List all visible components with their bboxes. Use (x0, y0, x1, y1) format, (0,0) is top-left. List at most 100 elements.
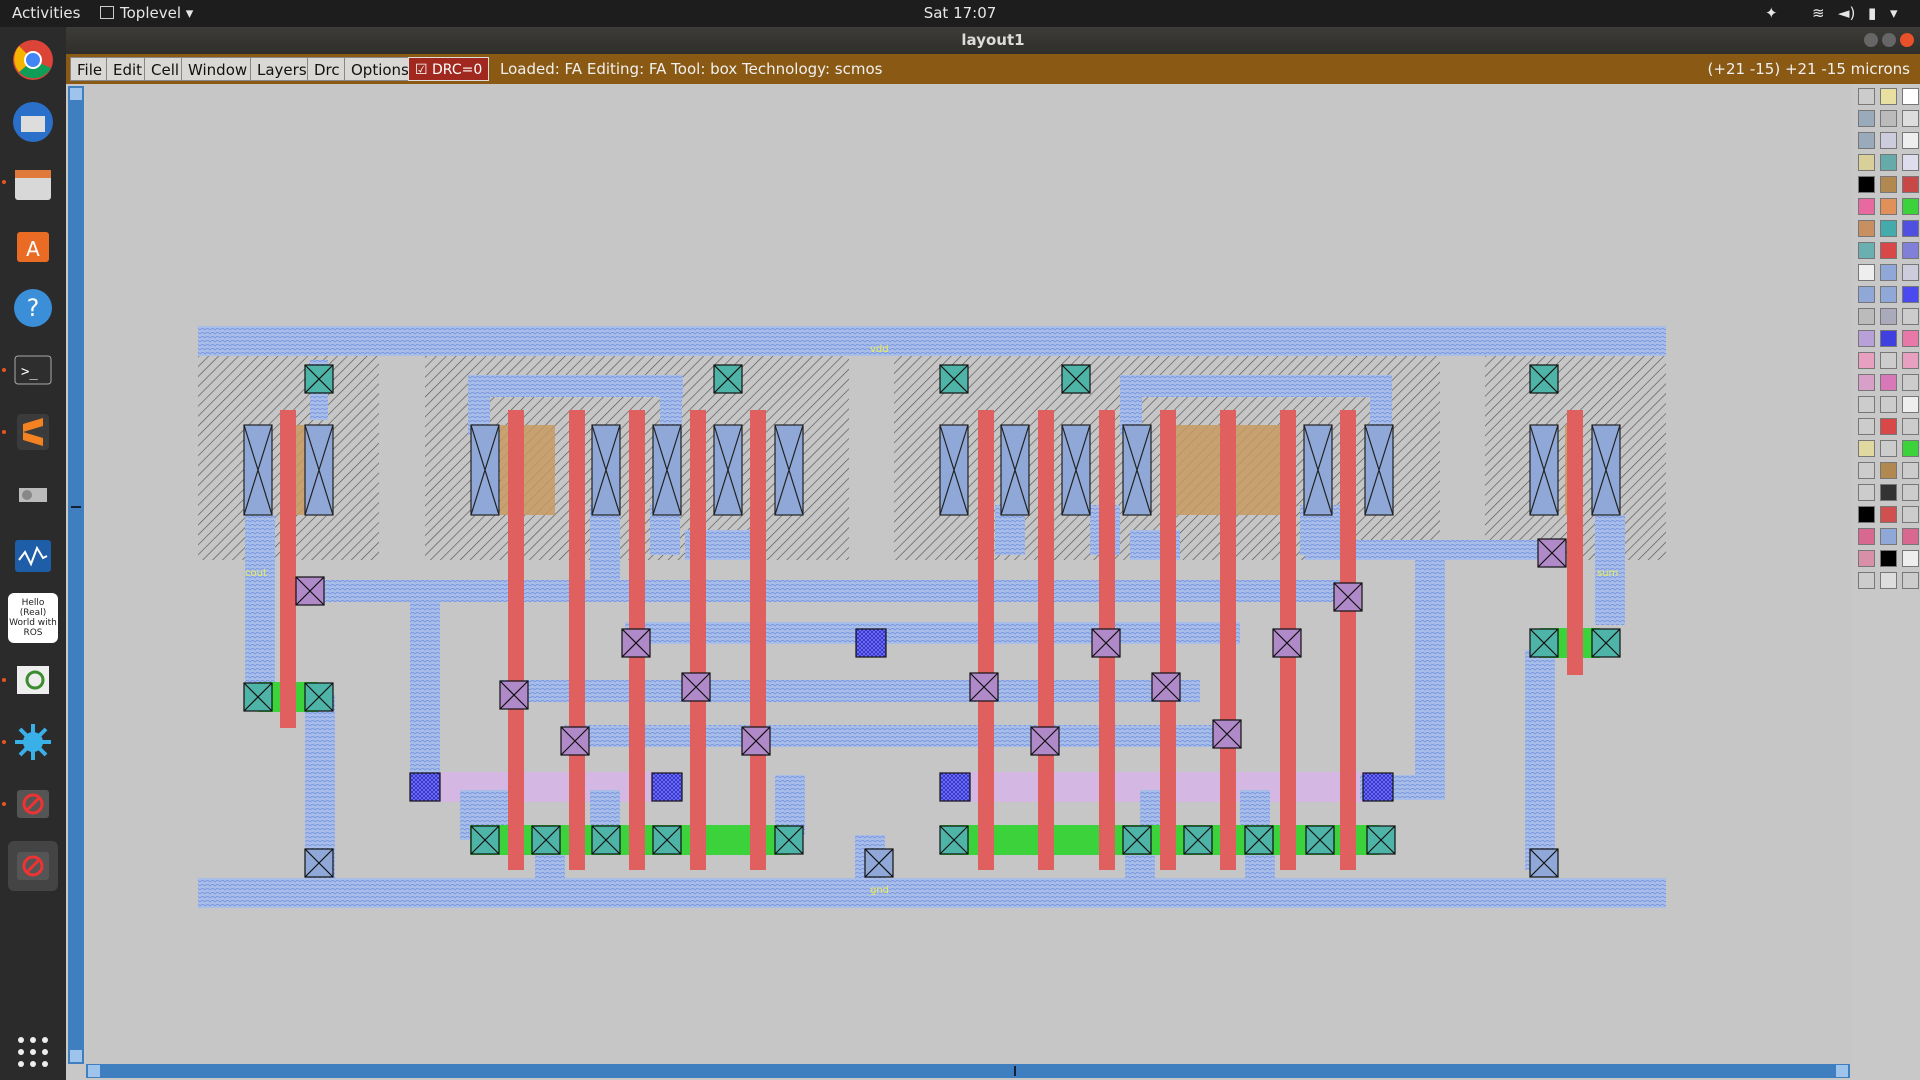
layer-swatch[interactable] (1902, 176, 1919, 193)
layer-swatch[interactable] (1902, 352, 1919, 369)
layer-swatch[interactable] (1902, 154, 1919, 171)
layer-swatch[interactable] (1858, 308, 1875, 325)
help-icon[interactable]: ? (8, 283, 58, 333)
layer-swatch[interactable] (1902, 110, 1919, 127)
blocked-app-icon[interactable] (8, 779, 58, 829)
layer-swatch[interactable] (1880, 352, 1897, 369)
layer-swatch[interactable] (1880, 418, 1897, 435)
menu-cell[interactable]: Cell (144, 57, 187, 81)
layer-swatch[interactable] (1858, 88, 1875, 105)
layer-swatch[interactable] (1858, 484, 1875, 501)
layer-swatch[interactable] (1902, 242, 1919, 259)
dropbox-icon[interactable]: ✦ (1765, 4, 1778, 22)
files-icon[interactable] (8, 159, 58, 209)
layer-swatch[interactable] (1902, 462, 1919, 479)
sublime-icon[interactable] (8, 407, 58, 457)
vertical-scrollbar[interactable] (68, 86, 84, 1064)
menu-layers[interactable]: Layers (250, 57, 314, 81)
layer-swatch[interactable] (1858, 176, 1875, 193)
layer-swatch[interactable] (1902, 220, 1919, 237)
layer-swatch[interactable] (1880, 176, 1897, 193)
layer-swatch[interactable] (1858, 132, 1875, 149)
wifi-icon[interactable]: ≋ (1812, 4, 1825, 22)
battery-icon[interactable]: ▮ (1868, 4, 1876, 22)
menu-file[interactable]: File (70, 57, 110, 81)
layer-swatch[interactable] (1880, 88, 1897, 105)
volume-icon[interactable]: ◄) (1838, 4, 1855, 22)
layer-swatch[interactable] (1880, 572, 1897, 589)
layer-swatch[interactable] (1858, 418, 1875, 435)
scroll-thumb[interactable] (1014, 1066, 1016, 1076)
layer-swatch[interactable] (1858, 330, 1875, 347)
layer-swatch[interactable] (1858, 440, 1875, 457)
layer-swatch[interactable] (1902, 440, 1919, 457)
layer-swatch[interactable] (1858, 528, 1875, 545)
layer-swatch[interactable] (1880, 550, 1897, 567)
terminal-icon[interactable]: >_ (8, 345, 58, 395)
blocked-app-icon[interactable] (8, 841, 58, 891)
close-button[interactable] (1900, 33, 1914, 47)
layer-swatch[interactable] (1880, 462, 1897, 479)
software-center-icon[interactable]: A (8, 221, 58, 271)
layer-swatch[interactable] (1858, 462, 1875, 479)
layer-swatch[interactable] (1858, 572, 1875, 589)
layer-swatch[interactable] (1880, 484, 1897, 501)
layer-swatch[interactable] (1858, 264, 1875, 281)
layer-swatch[interactable] (1902, 484, 1919, 501)
layer-swatch[interactable] (1902, 528, 1919, 545)
layer-swatch[interactable] (1902, 264, 1919, 281)
minimize-button[interactable] (1864, 33, 1878, 47)
horizontal-scrollbar[interactable] (86, 1064, 1850, 1078)
layer-swatch[interactable] (1902, 198, 1919, 215)
ros-book-icon[interactable]: Hello (Real) World with ROS (8, 593, 58, 643)
layer-swatch[interactable] (1902, 308, 1919, 325)
layer-swatch[interactable] (1880, 220, 1897, 237)
scroll-thumb[interactable] (71, 506, 81, 508)
scroll-left-button[interactable] (88, 1065, 100, 1077)
app-menu[interactable]: Toplevel ▾ (100, 4, 193, 22)
layer-swatch[interactable] (1902, 374, 1919, 391)
layer-swatch[interactable] (1902, 550, 1919, 567)
drc-toggle[interactable]: ☑ DRC=0 (408, 57, 490, 81)
layer-swatch[interactable] (1880, 374, 1897, 391)
layer-swatch[interactable] (1880, 110, 1897, 127)
layer-swatch[interactable] (1902, 286, 1919, 303)
layer-swatch[interactable] (1880, 440, 1897, 457)
layer-swatch[interactable] (1858, 110, 1875, 127)
system-menu-chevron-icon[interactable]: ▾ (1890, 4, 1898, 22)
layer-swatch[interactable] (1880, 308, 1897, 325)
clock[interactable]: Sat 17:07 (0, 4, 1920, 22)
menu-drc[interactable]: Drc (307, 57, 347, 81)
layer-swatch[interactable] (1858, 396, 1875, 413)
layer-swatch[interactable] (1858, 550, 1875, 567)
menu-edit[interactable]: Edit (106, 57, 150, 81)
scroll-down-button[interactable] (70, 1050, 82, 1062)
layout-canvas[interactable]: vdd gnd cout sum (86, 84, 1852, 1064)
app-grid-icon[interactable] (8, 1027, 58, 1077)
layer-swatch[interactable] (1902, 418, 1919, 435)
layer-swatch[interactable] (1858, 352, 1875, 369)
menu-options[interactable]: Options (344, 57, 416, 81)
menu-window[interactable]: Window (181, 57, 255, 81)
layer-swatch[interactable] (1880, 286, 1897, 303)
system-tools-icon[interactable] (8, 469, 58, 519)
layer-swatch[interactable] (1902, 506, 1919, 523)
layer-swatch[interactable] (1902, 396, 1919, 413)
activities-button[interactable]: Activities (12, 4, 80, 22)
layer-swatch[interactable] (1858, 286, 1875, 303)
layer-swatch[interactable] (1880, 528, 1897, 545)
layer-swatch[interactable] (1880, 242, 1897, 259)
layer-swatch[interactable] (1858, 374, 1875, 391)
layer-swatch[interactable] (1880, 330, 1897, 347)
scroll-right-button[interactable] (1836, 1065, 1848, 1077)
layer-swatch[interactable] (1880, 396, 1897, 413)
layer-swatch[interactable] (1858, 154, 1875, 171)
scroll-up-button[interactable] (70, 88, 82, 100)
settings-icon[interactable] (8, 717, 58, 767)
layer-swatch[interactable] (1902, 572, 1919, 589)
image-viewer-icon[interactable] (8, 655, 58, 705)
layer-swatch[interactable] (1858, 220, 1875, 237)
layer-swatch[interactable] (1880, 154, 1897, 171)
layer-swatch[interactable] (1880, 132, 1897, 149)
layer-swatch[interactable] (1858, 242, 1875, 259)
